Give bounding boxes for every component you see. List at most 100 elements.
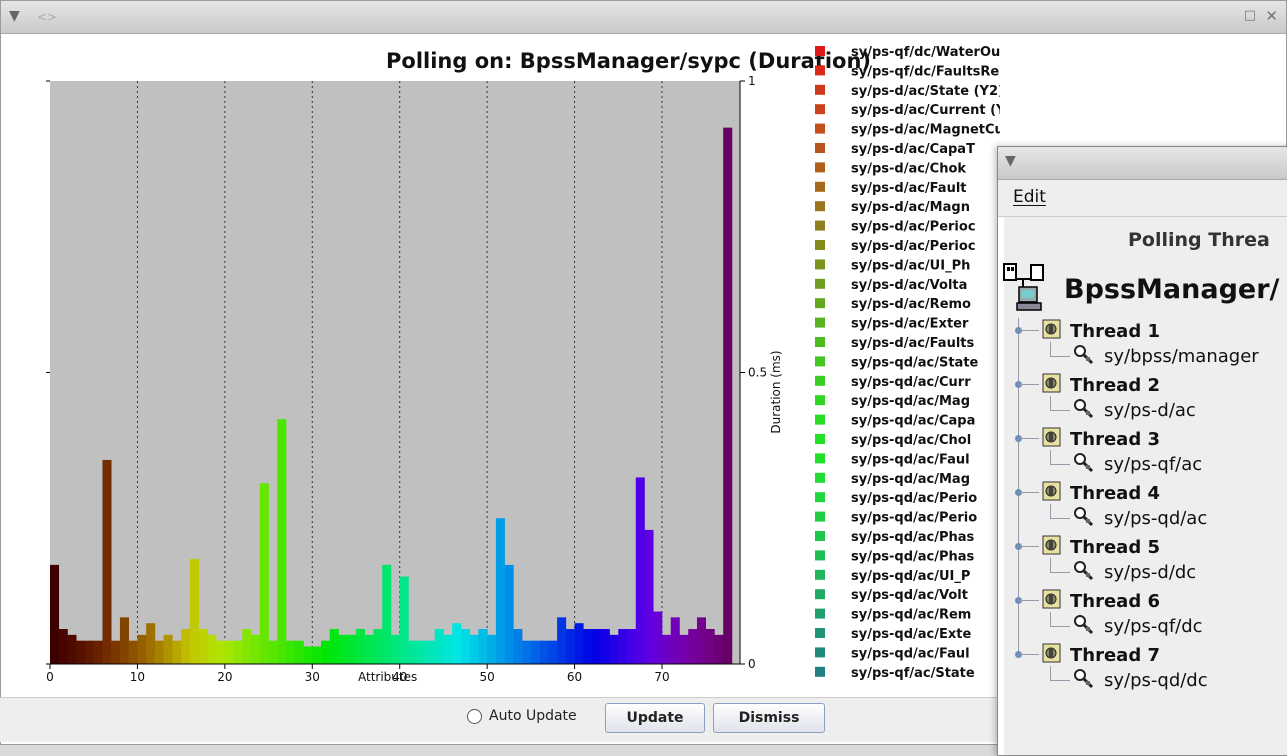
thread-icon	[1040, 318, 1064, 344]
device-node[interactable]: sy/ps-d/dc	[1072, 559, 1196, 585]
bar	[181, 629, 191, 664]
device-icon	[1072, 613, 1096, 639]
bar	[312, 646, 322, 664]
legend-swatch	[815, 201, 825, 212]
bar	[714, 634, 724, 664]
bar	[522, 640, 532, 664]
device-node[interactable]: sy/ps-qd/ac	[1072, 505, 1207, 531]
bar	[76, 640, 86, 664]
bar	[513, 629, 523, 664]
legend-swatch	[815, 143, 825, 153]
tree-child-line	[1050, 450, 1051, 464]
x-tick-label: 70	[654, 670, 669, 684]
legend-swatch	[815, 65, 825, 76]
legend-swatch	[815, 453, 825, 464]
maximize-icon[interactable]: □	[1244, 8, 1256, 23]
legend-label: sy/ps-qd/ac/Curr	[851, 375, 971, 390]
y-tick-label: 0.5	[748, 366, 767, 380]
bar	[251, 634, 261, 664]
legend-swatch	[815, 550, 825, 561]
window-menu-icon[interactable]: ▼	[9, 8, 29, 26]
x-tick-label: 20	[217, 670, 232, 684]
device-icon	[1072, 451, 1096, 477]
tree-branch-line	[1019, 546, 1039, 547]
edit-menu[interactable]: Edit	[1013, 187, 1046, 207]
window-titlebar[interactable]: ▼ <> □ ✕	[1, 1, 1286, 34]
legend-label: sy/ps-qd/ac/Mag	[851, 394, 970, 409]
thread-label: Thread 4	[1070, 482, 1160, 504]
dismiss-button[interactable]: Dismiss	[713, 703, 825, 733]
device-icon	[1072, 397, 1096, 423]
bar	[557, 617, 567, 664]
bar	[67, 634, 77, 664]
bar	[146, 623, 156, 664]
thread-node[interactable]: Thread 6	[1040, 588, 1160, 614]
thread-node[interactable]: Thread 2	[1040, 372, 1160, 398]
x-tick-label: 30	[305, 670, 320, 684]
legend-label: sy/ps-d/ac/State (Y2)	[851, 84, 1000, 99]
device-node[interactable]: sy/ps-qd/dc	[1072, 667, 1208, 693]
legend-label: sy/ps-d/ac/Magn	[851, 200, 970, 215]
y-axis-label: Duration (ms)	[769, 350, 783, 433]
legend-label: sy/ps-d/ac/Remo	[851, 297, 971, 312]
device-node[interactable]: sy/ps-qf/ac	[1072, 451, 1202, 477]
dialog-menu-icon[interactable]: ▼	[1005, 153, 1016, 169]
legend-swatch	[815, 162, 825, 173]
bar	[609, 634, 619, 664]
tree-branch-line	[1019, 438, 1039, 439]
thread-node[interactable]: Thread 4	[1040, 480, 1160, 506]
legend: sy/ps-qf/dc/WaterOutpoutTemperature (Y2)…	[815, 45, 1000, 681]
bar	[539, 640, 549, 664]
update-button[interactable]: Update	[605, 703, 705, 733]
bar	[154, 640, 164, 664]
legend-swatch	[815, 375, 825, 386]
x-tick-label: 0	[46, 670, 54, 684]
server-icon	[1003, 263, 1044, 311]
x-axis-label: Attributes	[358, 670, 417, 684]
bar	[242, 629, 252, 664]
bar	[679, 634, 689, 664]
legend-label: sy/ps-d/ac/MagnetCurrent (Y2)	[851, 123, 1000, 138]
bar	[84, 640, 95, 664]
bar	[443, 634, 453, 664]
device-node[interactable]: sy/ps-qf/dc	[1072, 613, 1203, 639]
tree-child-line	[1050, 396, 1051, 410]
device-node[interactable]: sy/ps-d/ac	[1072, 397, 1196, 423]
tree-branch-line	[1019, 384, 1039, 385]
bar	[224, 640, 234, 664]
legend-label: sy/ps-qd/ac/Faul	[851, 452, 970, 467]
thread-label: Thread 1	[1070, 320, 1160, 342]
thread-node[interactable]: Thread 3	[1040, 426, 1160, 452]
bar	[723, 127, 733, 664]
bar	[294, 640, 304, 664]
dialog-titlebar[interactable]: ▼	[998, 147, 1287, 180]
device-node[interactable]: sy/bpss/manager	[1072, 343, 1259, 369]
bar	[338, 634, 348, 664]
legend-swatch	[815, 46, 825, 56]
window-title: <>	[37, 10, 58, 24]
thread-node[interactable]: Thread 1	[1040, 318, 1160, 344]
legend-swatch	[815, 511, 825, 522]
device-icon	[1072, 667, 1096, 693]
close-icon[interactable]: ✕	[1265, 7, 1278, 25]
thread-label: Thread 3	[1070, 428, 1160, 450]
auto-update-option[interactable]: Auto Update	[467, 708, 577, 724]
bar	[434, 629, 444, 664]
bar	[321, 640, 331, 664]
y-tick-label: 0	[748, 657, 756, 671]
tree-root-label[interactable]: BpssManager/	[1064, 274, 1279, 305]
tree-child-branch	[1050, 518, 1070, 519]
thread-icon	[1040, 534, 1064, 560]
thread-node[interactable]: Thread 7	[1040, 642, 1160, 668]
legend-swatch	[815, 666, 825, 677]
thread-icon	[1040, 426, 1064, 452]
legend-swatch	[815, 181, 825, 192]
bar	[530, 640, 540, 664]
legend-swatch	[815, 240, 825, 250]
bar	[102, 459, 112, 664]
thread-node[interactable]: Thread 5	[1040, 534, 1160, 560]
bar	[644, 529, 654, 664]
bar	[119, 617, 129, 664]
legend-label: sy/ps-d/ac/Exter	[851, 317, 969, 332]
auto-update-radio[interactable]	[467, 708, 482, 724]
